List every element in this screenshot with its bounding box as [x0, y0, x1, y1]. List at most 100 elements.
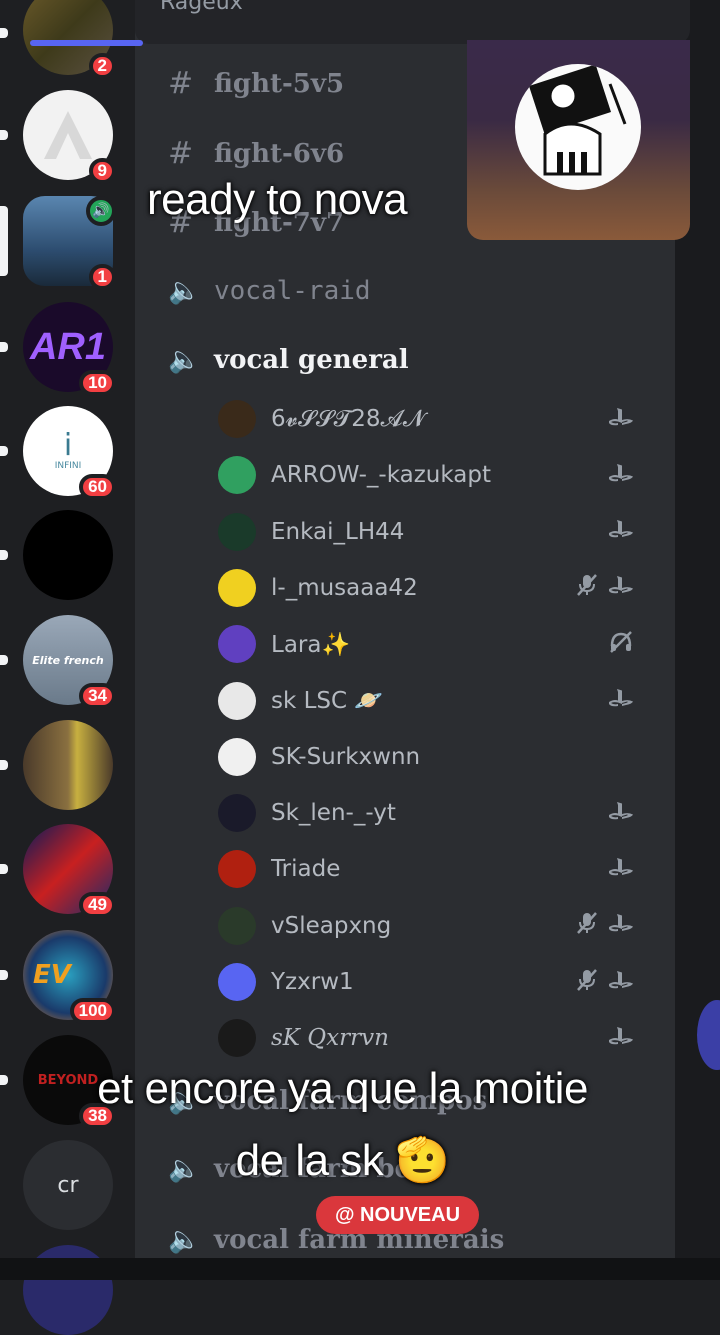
caption-top: ready to nova	[147, 175, 408, 224]
playstation-icon	[604, 1026, 638, 1051]
speaker-icon: 🔈	[168, 1225, 201, 1255]
voice-member-row[interactable]: Enkai_LH44	[218, 509, 638, 555]
unread-indicator	[0, 28, 8, 38]
playstation-icon	[604, 970, 638, 995]
channel-label: fight-5v5	[214, 68, 345, 99]
member-name: Sk_len-_-yt	[271, 800, 396, 827]
unread-indicator	[0, 446, 8, 456]
muted-mic-icon	[570, 968, 604, 997]
voice-member-row[interactable]: l-_musaaa42	[218, 565, 638, 611]
member-name: Yzxrw1	[271, 969, 354, 995]
a-logo-icon	[44, 111, 92, 159]
voice-member-row[interactable]: Lara✨	[218, 621, 638, 667]
server-header[interactable]: Rageux	[135, 0, 690, 44]
avatar	[218, 625, 256, 664]
member-name: SK-Surkxwnn	[271, 743, 421, 770]
member-name: sk LSC 🪐	[271, 688, 384, 714]
playstation-icon	[604, 857, 638, 882]
mention-badge: 60	[79, 474, 116, 500]
flag-knight-icon	[528, 64, 627, 176]
avatar	[218, 906, 256, 945]
playstation-icon	[604, 519, 638, 544]
caption-bottom-line2: de la sk 🫡	[235, 1136, 450, 1185]
server-icon-6[interactable]	[23, 510, 113, 600]
avatar	[218, 794, 256, 833]
avatar	[218, 1019, 256, 1058]
voice-member-row[interactable]: Triade	[218, 846, 638, 892]
voice-member-row[interactable]: 6𝓿𝓢𝓢𝓣28𝓐𝓝	[218, 396, 638, 442]
muted-mic-icon	[570, 573, 604, 602]
unread-indicator	[0, 970, 8, 980]
hash-icon: #	[168, 136, 194, 171]
mention-badge: 2	[88, 53, 116, 79]
muted-mic-icon	[570, 911, 604, 940]
channel-label: vocal general	[214, 345, 409, 375]
mention-badge: 100	[69, 998, 116, 1024]
server-icon-2[interactable]: 9	[23, 90, 116, 184]
server-icon-4[interactable]: AR1 10	[23, 302, 116, 396]
channel-fight-6v6[interactable]: # fight-6v6	[168, 136, 344, 171]
avatar	[218, 456, 256, 495]
unread-indicator	[0, 655, 8, 665]
infinity-logo-icon: i	[63, 428, 73, 463]
avatar	[218, 400, 256, 438]
server-icon-5[interactable]: i INFINI 60	[23, 406, 116, 500]
speaker-icon: 🔈	[168, 276, 201, 306]
channel-vocal-general[interactable]: 🔈 vocal general	[168, 345, 409, 375]
channel-fight-5v5[interactable]: # fight-5v5	[168, 66, 344, 101]
avatar	[218, 681, 256, 720]
playstation-icon	[604, 688, 638, 713]
voice-member-row[interactable]: sK Qxrrvn	[218, 1015, 638, 1061]
server-name: Rageux	[160, 0, 243, 15]
channel-label: vocal-raid	[214, 276, 371, 306]
playstation-icon	[604, 575, 638, 600]
voice-member-row[interactable]: sk LSC 🪐	[218, 678, 638, 724]
hash-icon: #	[168, 66, 194, 101]
deafened-icon	[604, 630, 638, 659]
server-icon-10[interactable]: EV 100	[23, 930, 116, 1024]
avatar	[218, 512, 256, 551]
selected-indicator	[0, 206, 8, 276]
profile-popup[interactable]	[467, 40, 690, 240]
playstation-icon	[604, 407, 638, 432]
voice-member-row[interactable]: Sk_len-_-yt	[218, 790, 638, 836]
server-icon-7[interactable]: Elite french 34	[23, 615, 116, 709]
member-name: sK Qxrrvn	[271, 1025, 389, 1052]
unread-indicator	[0, 864, 8, 874]
playstation-icon	[604, 913, 638, 938]
member-name: vSleapxng	[271, 912, 392, 939]
server-icon-1[interactable]: 2	[23, 0, 116, 79]
voice-member-row[interactable]: vSleapxng	[218, 903, 638, 949]
mention-badge: 10	[79, 370, 116, 396]
member-name: Enkai_LH44	[271, 518, 405, 545]
active-server-underline	[30, 40, 143, 46]
avatar	[218, 737, 256, 776]
caption-bottom-line1: et encore ya que la moitie	[97, 1064, 588, 1113]
bottom-bar	[0, 1258, 720, 1280]
voice-member-row[interactable]: Yzxrw1	[218, 959, 638, 1005]
mention-badge: 9	[88, 158, 116, 184]
unread-indicator	[0, 550, 8, 560]
server-icon-8[interactable]	[23, 720, 113, 810]
unread-indicator	[0, 130, 8, 140]
channel-vocal-raid[interactable]: 🔈 vocal-raid	[168, 276, 371, 306]
member-name: 6𝓿𝓢𝓢𝓣28𝓐𝓝	[271, 406, 425, 432]
avatar	[218, 850, 256, 889]
speaker-icon: 🔈	[168, 345, 201, 375]
unread-indicator	[0, 342, 8, 352]
server-icon-9[interactable]: 49	[23, 824, 116, 918]
voice-member-row[interactable]: ARROW-_-kazukapt	[218, 452, 638, 498]
member-name: Triade	[271, 856, 341, 883]
server-icon-3[interactable]: 🔊 1	[23, 196, 116, 290]
avatar	[515, 64, 641, 190]
voice-member-row[interactable]: SK-Surkxwnn	[218, 734, 638, 780]
server-label: INFINI	[54, 461, 82, 471]
member-name: l-_musaaa42	[271, 574, 418, 601]
mention-badge: 49	[79, 892, 116, 918]
member-name: ARROW-_-kazukapt	[271, 462, 491, 489]
avatar	[218, 568, 256, 607]
member-name: Lara✨	[271, 631, 351, 658]
new-messages-button[interactable]: @ NOUVEAU	[316, 1196, 479, 1234]
playstation-icon	[604, 801, 638, 826]
playstation-icon	[604, 463, 638, 488]
